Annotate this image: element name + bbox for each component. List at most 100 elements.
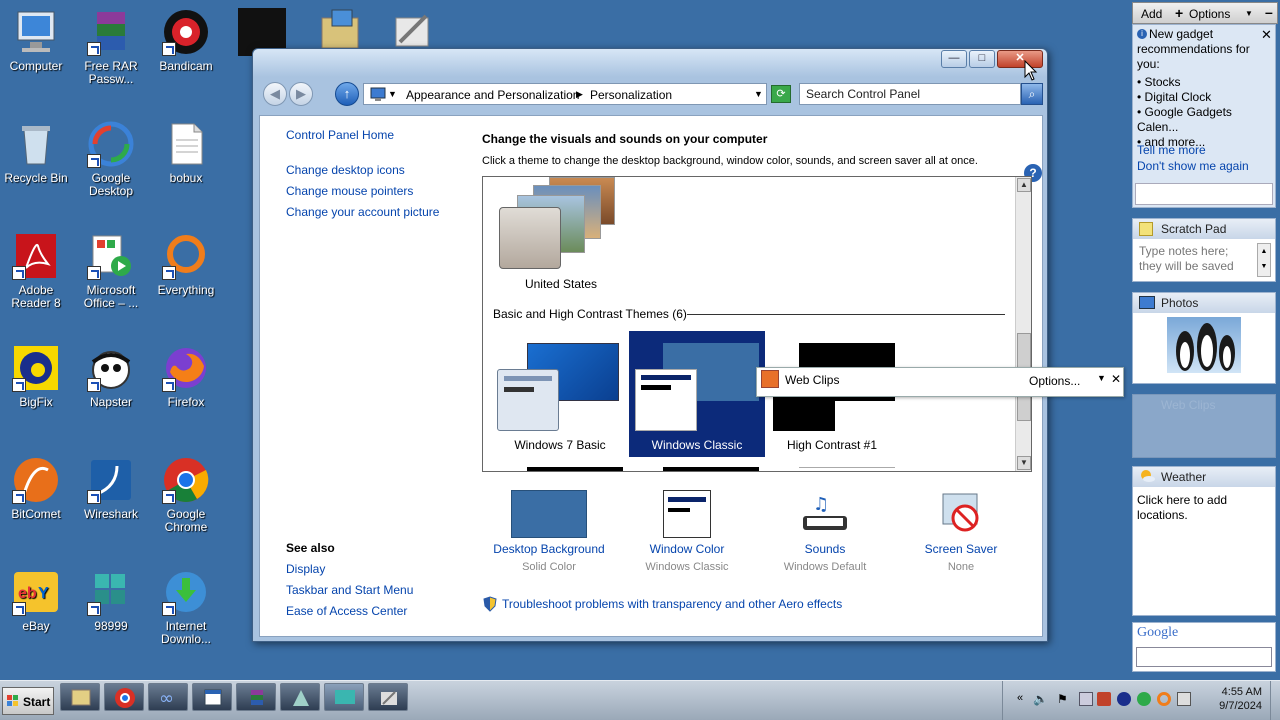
- taskbar-clock[interactable]: 4:55 AM 9/7/2024: [1219, 685, 1262, 713]
- theme-list[interactable]: United States Basic and High Contrast Th…: [482, 176, 1032, 472]
- address-dropdown-icon[interactable]: ▼: [388, 89, 397, 99]
- control-panel-home-link[interactable]: Control Panel Home: [286, 128, 394, 142]
- desktop-icon-firefox[interactable]: Firefox: [150, 344, 222, 409]
- window-color-link[interactable]: Window Color: [622, 542, 752, 556]
- address-history-icon[interactable]: ▼: [754, 89, 763, 99]
- desktop-icon-computer[interactable]: Computer: [0, 8, 72, 73]
- desktop-icon-98999[interactable]: 98999: [75, 568, 147, 633]
- photos-header[interactable]: Photos: [1133, 293, 1275, 313]
- screen-saver-item[interactable]: Screen Saver None: [896, 490, 1026, 573]
- display-tray-icon[interactable]: [1177, 692, 1191, 706]
- change-account-picture-link[interactable]: Change your account picture: [286, 205, 439, 219]
- web-clips-options[interactable]: Options...: [1029, 374, 1080, 388]
- search-input[interactable]: Search Control Panel: [799, 83, 1021, 105]
- options-button[interactable]: Options: [1189, 7, 1230, 21]
- minimize-button[interactable]: —: [941, 50, 967, 68]
- web-clips-header[interactable]: Web Clips: [1133, 395, 1275, 415]
- desktop-icon-internet-download[interactable]: Internet Downlo...: [150, 568, 222, 646]
- forward-button[interactable]: ▶: [289, 82, 313, 106]
- desktop-icon-bobux[interactable]: bobux: [150, 120, 222, 185]
- window-color-item[interactable]: Window Color Windows Classic: [622, 490, 752, 573]
- desktop-icon-wireshark[interactable]: Wireshark: [75, 456, 147, 521]
- back-button[interactable]: ◀: [263, 82, 287, 106]
- add-button[interactable]: Add: [1141, 7, 1162, 21]
- ease-of-access-link[interactable]: Ease of Access Center: [286, 604, 407, 618]
- address-bar[interactable]: ▼ Appearance and Personalization ▶ Perso…: [363, 83, 767, 105]
- sounds-item[interactable]: ♫ Sounds Windows Default: [760, 490, 890, 573]
- maximize-button[interactable]: □: [969, 50, 995, 68]
- scroll-up-icon[interactable]: ▲: [1017, 178, 1031, 192]
- start-button[interactable]: Start: [2, 687, 54, 715]
- refresh-icon[interactable]: ⟳: [771, 85, 791, 103]
- scratch-pad-input[interactable]: Type notes here; they will be saved: [1137, 243, 1255, 277]
- change-mouse-pointers-link[interactable]: Change mouse pointers: [286, 184, 413, 198]
- scratch-pad-header[interactable]: Scratch Pad: [1133, 219, 1275, 239]
- volume-icon[interactable]: 🔈: [1033, 692, 1048, 706]
- window-titlebar[interactable]: — □ ✕: [253, 49, 1047, 77]
- screen-saver-link[interactable]: Screen Saver: [896, 542, 1026, 556]
- show-desktop-button[interactable]: [1270, 681, 1280, 720]
- google-desktop-tray-icon[interactable]: [1137, 692, 1151, 706]
- web-clips-floating-gadget[interactable]: Web Clips Options... ▼ ✕: [756, 367, 1124, 397]
- penguins-photo[interactable]: [1167, 317, 1241, 373]
- taskbar-infinity-icon[interactable]: ∞: [148, 683, 188, 711]
- scratch-pad-gadget: Scratch Pad Type notes here; they will b…: [1132, 218, 1276, 282]
- scratch-pad-scrollbar[interactable]: ▲ ▼: [1257, 243, 1271, 277]
- weather-add-locations[interactable]: Click here to add locations.: [1137, 493, 1271, 523]
- desktop-icon-recycle-bin[interactable]: Recycle Bin: [0, 120, 72, 185]
- desktop-icon-bandicam[interactable]: Bandicam: [150, 8, 222, 73]
- taskbar-explorer-icon[interactable]: [60, 683, 100, 711]
- bigfix-tray-icon[interactable]: [1117, 692, 1131, 706]
- search-icon[interactable]: ⌕: [1021, 83, 1043, 105]
- up-button[interactable]: ↑: [335, 82, 359, 106]
- options-dropdown-icon[interactable]: ▼: [1245, 9, 1253, 18]
- web-clips-close-icon[interactable]: ✕: [1111, 372, 1121, 386]
- change-desktop-icons-link[interactable]: Change desktop icons: [286, 163, 405, 177]
- theme-united-states[interactable]: [497, 177, 627, 273]
- dont-show-again-link[interactable]: Don't show me again: [1137, 159, 1249, 173]
- desktop-icon-google-chrome[interactable]: Google Chrome: [150, 456, 222, 534]
- breadcrumb-appearance[interactable]: Appearance and Personalization: [406, 88, 579, 102]
- google-search-input[interactable]: [1136, 647, 1272, 667]
- taskbar-control-panel-icon[interactable]: [324, 683, 364, 711]
- add-plus-icon[interactable]: +: [1175, 5, 1183, 21]
- taskbar-start-menu-link[interactable]: Taskbar and Start Menu: [286, 583, 413, 597]
- folder-icon-partial[interactable]: [318, 8, 362, 52]
- desktop-background-item[interactable]: Desktop Background Solid Color: [484, 490, 614, 573]
- taskbar-tools-icon[interactable]: [368, 683, 408, 711]
- flag-icon[interactable]: ⚑: [1057, 692, 1068, 706]
- desktop-background-link[interactable]: Desktop Background: [484, 542, 614, 556]
- scroll-down-icon[interactable]: ▼: [1017, 456, 1031, 470]
- troubleshoot-aero-link[interactable]: Troubleshoot problems with transparency …: [502, 597, 842, 611]
- network-icon[interactable]: [1079, 692, 1093, 706]
- weather-header[interactable]: Weather: [1133, 467, 1275, 487]
- theme-scrollbar[interactable]: ▲ ▼: [1015, 177, 1031, 471]
- theme-windows-7-basic[interactable]: [495, 339, 625, 433]
- tools-icon-partial[interactable]: [390, 8, 436, 52]
- breadcrumb-separator-icon[interactable]: ▶: [576, 89, 583, 100]
- sidebar-minimize-icon[interactable]: –: [1265, 4, 1273, 20]
- desktop-icon-ebay[interactable]: eb Y eBay: [0, 568, 72, 633]
- taskbar-app-icon[interactable]: [280, 683, 320, 711]
- display-link[interactable]: Display: [286, 562, 325, 576]
- everything-tray-icon[interactable]: [1157, 692, 1171, 706]
- taskbar-winrar-icon[interactable]: [236, 683, 276, 711]
- breadcrumb-personalization[interactable]: Personalization: [590, 88, 672, 102]
- taskbar-chrome-icon[interactable]: [104, 683, 144, 711]
- desktop-icon-bitcomet[interactable]: BitComet: [0, 456, 72, 521]
- desktop-icon-free-rar[interactable]: Free RAR Passw...: [75, 8, 147, 86]
- desktop-icon-everything[interactable]: Everything: [150, 232, 222, 297]
- desktop-icon-adobe-reader[interactable]: Adobe Reader 8: [0, 232, 72, 310]
- desktop-icon-google-desktop[interactable]: Google Desktop: [75, 120, 147, 198]
- recommendations-close-icon[interactable]: ✕: [1261, 27, 1272, 43]
- desktop-icon-ms-office[interactable]: Microsoft Office – ...: [75, 232, 147, 310]
- tray-expand-icon[interactable]: «: [1017, 692, 1023, 704]
- security-icon[interactable]: [1097, 692, 1111, 706]
- desktop-icon-napster[interactable]: Napster: [75, 344, 147, 409]
- tell-me-more-link[interactable]: Tell me more: [1137, 143, 1206, 157]
- web-clips-dropdown-icon[interactable]: ▼: [1097, 373, 1106, 383]
- sounds-link[interactable]: Sounds: [760, 542, 890, 556]
- taskbar-window-icon[interactable]: [192, 683, 232, 711]
- theme-windows-classic[interactable]: Windows Classic: [629, 331, 765, 457]
- desktop-icon-bigfix[interactable]: BigFix: [0, 344, 72, 409]
